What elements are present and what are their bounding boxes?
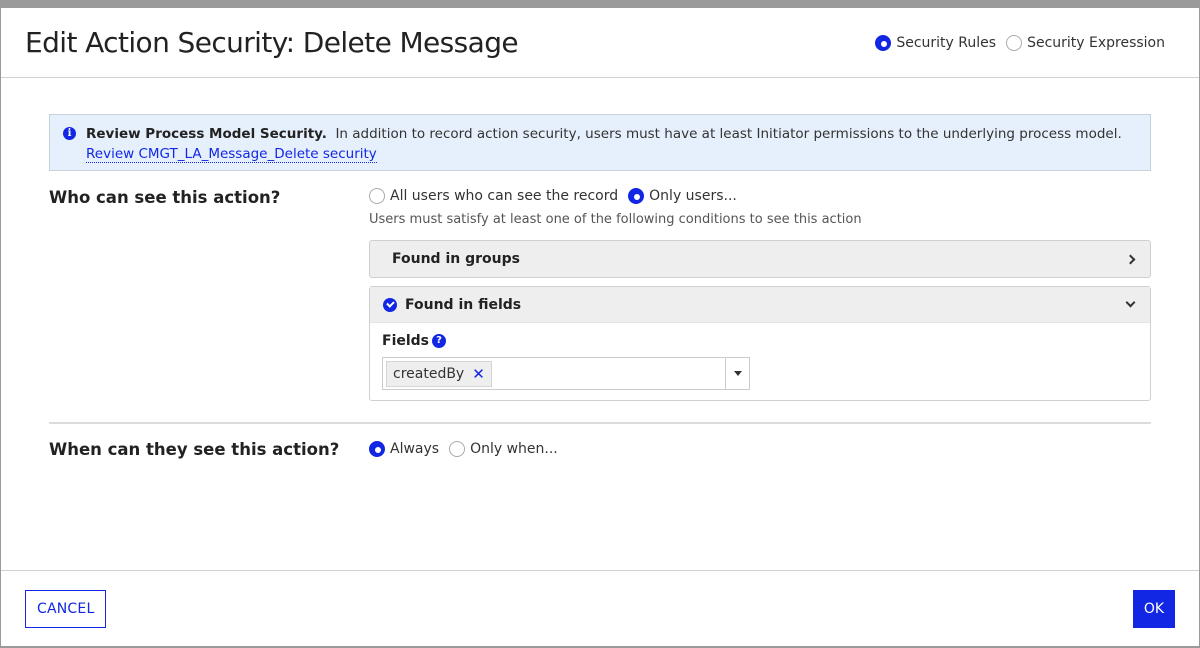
radio-unselected-icon[interactable] bbox=[369, 188, 385, 204]
fields-label-text: Fields bbox=[382, 333, 430, 349]
who-can-see-content: All users who can see the record Only us… bbox=[369, 185, 1151, 401]
radio-all-users[interactable]: All users who can see the record bbox=[369, 188, 618, 204]
check-circle-icon bbox=[383, 297, 397, 312]
ok-button[interactable]: OK bbox=[1133, 589, 1175, 628]
chevron-down-icon bbox=[1125, 297, 1136, 308]
radio-always[interactable]: Always bbox=[369, 441, 439, 457]
radio-selected-icon[interactable] bbox=[875, 34, 892, 51]
radio-selected-icon[interactable] bbox=[369, 441, 385, 457]
cancel-button[interactable]: CANCEL bbox=[25, 589, 107, 628]
found-in-groups-header[interactable]: Found in groups bbox=[370, 241, 1150, 277]
radio-label: Always bbox=[390, 441, 440, 457]
when-radio-group: Always Only when... bbox=[369, 438, 1151, 460]
question-circle-icon[interactable]: ? bbox=[432, 334, 447, 348]
who-can-see-label: Who can see this action? bbox=[49, 188, 281, 207]
radio-unselected-icon[interactable] bbox=[449, 441, 466, 457]
radio-label: All users who can see the record bbox=[390, 188, 619, 204]
dialog-body: i Review Process Model Security. In addi… bbox=[1, 78, 1199, 460]
conditions-hint: Users must satisfy at least one of the f… bbox=[369, 212, 862, 227]
when-can-see-section: When can they see this action? Always On… bbox=[49, 438, 1151, 460]
edit-action-security-dialog: Edit Action Security: Delete Message Sec… bbox=[1, 8, 1199, 646]
radio-security-expression[interactable]: Security Expression bbox=[1006, 34, 1165, 51]
radio-security-rules[interactable]: Security Rules bbox=[875, 34, 997, 51]
radio-label: Only users... bbox=[649, 188, 737, 204]
dialog-footer: CANCEL OK bbox=[1, 570, 1199, 646]
chip-label: createdBy bbox=[393, 365, 465, 382]
radio-unselected-icon[interactable] bbox=[1006, 34, 1023, 51]
when-can-see-label: When can they see this action? bbox=[49, 440, 340, 459]
fields-dropdown-button[interactable] bbox=[725, 358, 749, 389]
section-found-in-fields: Found in fields Fields ? createdBy ✕ bbox=[369, 286, 1151, 401]
fields-picker[interactable]: createdBy ✕ bbox=[382, 357, 750, 390]
selected-field-chip: createdBy ✕ bbox=[386, 360, 492, 387]
chevron-right-icon bbox=[1125, 254, 1136, 264]
section-label: Found in fields bbox=[405, 296, 522, 313]
radio-only-users[interactable]: Only users... bbox=[628, 188, 737, 204]
who-radio-group: All users who can see the record Only us… bbox=[369, 185, 1151, 207]
radio-label: Only when... bbox=[470, 441, 558, 457]
review-security-link[interactable]: Review CMGT_LA_Message_Delete security bbox=[86, 146, 377, 163]
security-mode-radio-group: Security Rules Security Expression bbox=[875, 34, 1165, 51]
who-can-see-section: Who can see this action? All users who c… bbox=[49, 185, 1151, 401]
backdrop bbox=[0, 0, 1200, 8]
fields-label: Fields ? bbox=[382, 331, 1138, 351]
caret-down-icon bbox=[733, 371, 742, 376]
info-banner: i Review Process Model Security. In addi… bbox=[49, 114, 1151, 171]
radio-only-when[interactable]: Only when... bbox=[449, 441, 558, 457]
dialog-header: Edit Action Security: Delete Message Sec… bbox=[1, 8, 1199, 78]
remove-chip-icon[interactable]: ✕ bbox=[472, 365, 485, 383]
section-divider bbox=[49, 422, 1151, 424]
radio-selected-icon[interactable] bbox=[628, 188, 645, 204]
when-can-see-content: Always Only when... bbox=[369, 438, 1151, 460]
info-title: Review Process Model Security. bbox=[86, 126, 327, 142]
dialog-title: Edit Action Security: Delete Message bbox=[25, 26, 519, 59]
radio-label: Security Rules bbox=[896, 34, 997, 51]
section-found-in-groups: Found in groups bbox=[369, 240, 1151, 278]
info-icon: i bbox=[63, 127, 76, 140]
radio-label: Security Expression bbox=[1027, 34, 1165, 51]
found-in-fields-body: Fields ? createdBy ✕ bbox=[370, 323, 1150, 400]
info-message: Review Process Model Security. In additi… bbox=[86, 124, 1136, 144]
found-in-fields-header[interactable]: Found in fields bbox=[370, 287, 1150, 323]
section-label: Found in groups bbox=[392, 251, 520, 267]
fields-picker-input[interactable]: createdBy ✕ bbox=[383, 358, 725, 389]
info-text: In addition to record action security, u… bbox=[335, 126, 1122, 142]
